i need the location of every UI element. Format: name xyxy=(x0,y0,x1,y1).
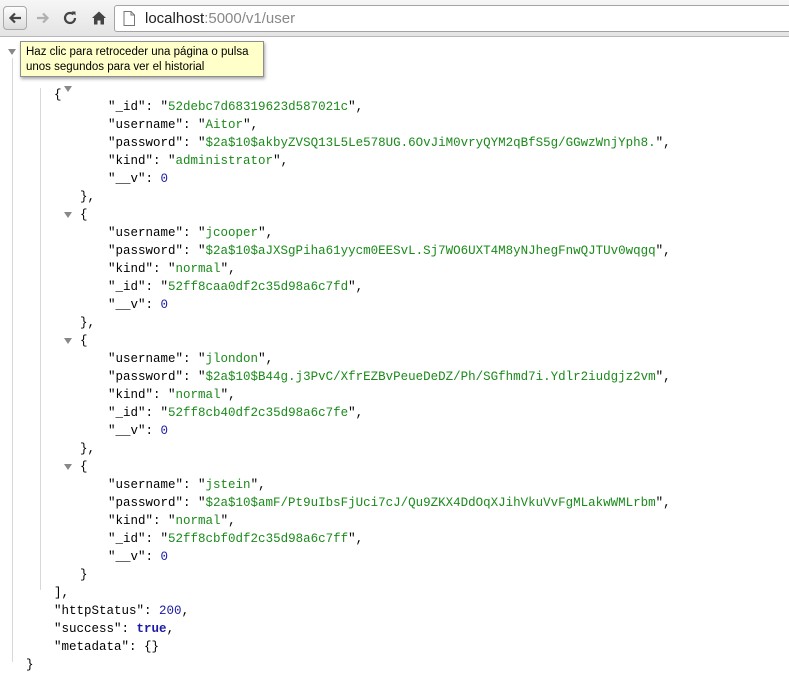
browser-toolbar: localhost:5000/v1/user xyxy=(0,0,789,37)
forward-button[interactable] xyxy=(31,6,55,30)
collapse-toggle-user-4[interactable] xyxy=(64,464,72,470)
user-2: "username": "jcooper", "password": "$2a$1… xyxy=(108,226,671,312)
arrow-right-icon xyxy=(37,12,50,24)
arrow-left-icon xyxy=(8,12,21,24)
back-button-tooltip: Haz clic para retroceder una página o pu… xyxy=(20,41,264,77)
address-bar[interactable]: localhost:5000/v1/user xyxy=(114,5,789,32)
user-1: "_id": "52debc7d68319623d587021c", "usern… xyxy=(108,100,671,186)
page-icon xyxy=(123,11,135,26)
tooltip-line-1: Haz clic para retroceder una página o pu… xyxy=(26,46,249,58)
url-path: :5000/v1/user xyxy=(204,10,296,27)
back-button[interactable] xyxy=(3,6,27,30)
response-meta: "httpStatus": 200, "success": true, "metad… xyxy=(54,604,190,654)
home-button[interactable] xyxy=(87,6,111,30)
user-3: "username": "jlondon", "password": "$2a$1… xyxy=(108,352,671,438)
reload-button[interactable] xyxy=(58,6,82,30)
reload-icon xyxy=(63,11,77,25)
home-icon xyxy=(92,11,106,25)
json-viewer: { "_id": "52debc7d68319623d587021c", "use… xyxy=(0,38,789,685)
user-4: "username": "jstein", "password": "$2a$10… xyxy=(108,478,671,564)
json-text: { "_id": "52debc7d68319623d587021c", "use… xyxy=(26,88,671,672)
url-text: localhost:5000/v1/user xyxy=(145,10,295,27)
url-host: localhost xyxy=(145,10,205,27)
tooltip-line-2: unos segundos para ver el historial xyxy=(26,61,205,73)
